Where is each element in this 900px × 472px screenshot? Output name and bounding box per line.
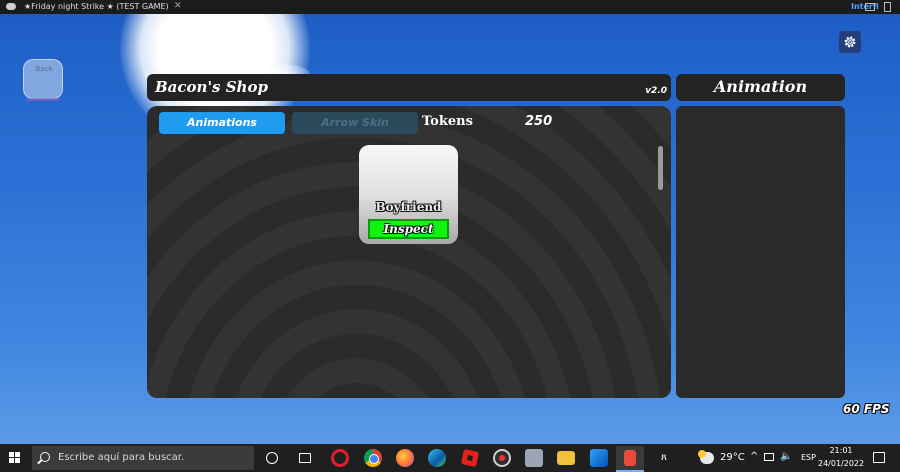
volume-icon[interactable]: 🔈 bbox=[780, 451, 792, 462]
tokens-label: Tokens bbox=[422, 114, 473, 129]
close-icon[interactable]: ✕ bbox=[174, 1, 182, 11]
roblox-studio-icon[interactable] bbox=[525, 449, 543, 467]
back-button[interactable]: Back bbox=[23, 59, 63, 99]
roblox-game-icon[interactable] bbox=[616, 446, 644, 472]
clock-time[interactable]: 21:01 bbox=[822, 446, 860, 455]
shop-scrollbar[interactable] bbox=[658, 146, 663, 190]
item-name: Boyfriend bbox=[375, 200, 442, 214]
snap-window-icon[interactable] bbox=[884, 2, 891, 12]
file-explorer-icon[interactable] bbox=[557, 451, 575, 465]
opera-icon[interactable] bbox=[331, 449, 349, 467]
firefox-icon[interactable] bbox=[396, 449, 414, 467]
shop-header: Bacon's Shop v2.0 bbox=[147, 74, 671, 101]
chrome-icon[interactable] bbox=[364, 449, 382, 467]
animation-title: Animation bbox=[713, 77, 808, 96]
search-icon bbox=[40, 452, 50, 462]
weather-temperature[interactable]: 29°C bbox=[720, 452, 745, 463]
more-icon[interactable]: ··· bbox=[150, 2, 158, 11]
tokens-value: 250 bbox=[525, 114, 553, 129]
restore-window-icon[interactable] bbox=[865, 3, 875, 11]
back-button-label: Back bbox=[35, 65, 53, 73]
clock-date[interactable]: 24/01/2022 bbox=[818, 459, 864, 468]
microsoft-store-icon[interactable] bbox=[590, 449, 608, 467]
item-card-boyfriend[interactable]: Boyfriend Inspect bbox=[359, 145, 458, 244]
shop-panel: Animations Arrow Skin Tokens 250 Boyfrie… bbox=[147, 106, 671, 398]
language-indicator[interactable]: ESP bbox=[801, 453, 816, 462]
cloud-icon bbox=[6, 3, 16, 10]
gear-icon bbox=[844, 36, 856, 48]
shop-title: Bacon's Shop bbox=[155, 78, 268, 96]
settings-button[interactable] bbox=[839, 31, 861, 53]
search-placeholder: Escribe aquí para buscar. bbox=[58, 452, 185, 463]
windows-start-icon[interactable] bbox=[9, 452, 21, 464]
taskbar: Escribe aquí para buscar. ጸ 29°C ^ 🔈 ESP… bbox=[0, 444, 900, 472]
network-icon[interactable] bbox=[764, 453, 774, 461]
widgets-icon[interactable] bbox=[299, 453, 311, 463]
taskbar-search-input[interactable]: Escribe aquí para buscar. bbox=[32, 446, 254, 470]
shop-version: v2.0 bbox=[645, 86, 667, 96]
tab-arrow-skin[interactable]: Arrow Skin bbox=[292, 112, 418, 134]
people-icon[interactable]: ጸ bbox=[661, 452, 667, 463]
back-button-accent bbox=[26, 98, 60, 101]
animation-header: Animation bbox=[676, 74, 845, 101]
weather-icon[interactable] bbox=[698, 450, 714, 464]
fps-counter: 60 FPS bbox=[843, 402, 890, 416]
edge-icon[interactable] bbox=[428, 449, 446, 467]
obs-icon[interactable] bbox=[493, 449, 511, 467]
chevron-up-icon[interactable]: ^ bbox=[750, 451, 758, 462]
window-titlebar: ★Friday night Strike ★ (TEST GAME) ··· ✕… bbox=[0, 0, 900, 14]
tab-animations[interactable]: Animations bbox=[159, 112, 285, 134]
notification-icon[interactable] bbox=[873, 452, 885, 463]
task-view-icon[interactable] bbox=[266, 452, 278, 464]
window-title: ★Friday night Strike ★ (TEST GAME) bbox=[24, 2, 169, 11]
inspect-button[interactable]: Inspect bbox=[368, 219, 449, 239]
animation-panel bbox=[676, 106, 845, 398]
roblox-icon[interactable] bbox=[460, 448, 480, 468]
